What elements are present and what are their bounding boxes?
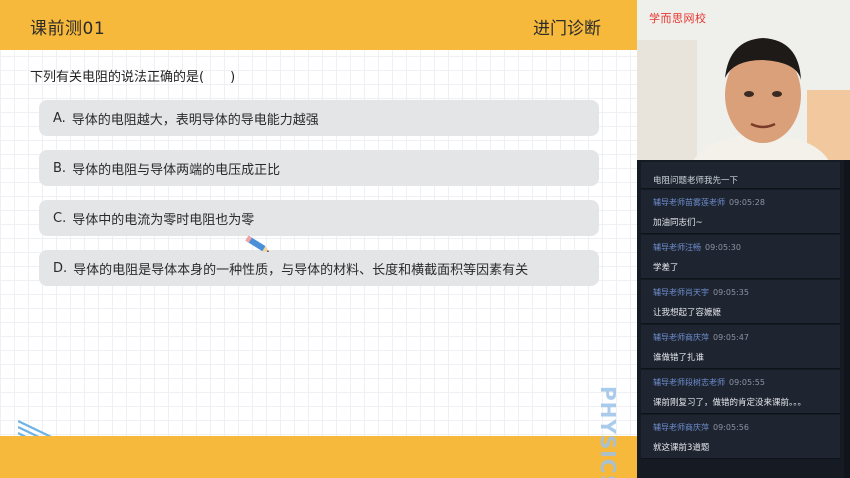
message-time: 09:05:55 — [729, 378, 765, 387]
option-c[interactable]: C. 导体中的电流为零时电阻也为零 — [39, 200, 599, 236]
message-meta: 辅导老师苗雾莲老师 09:05:28 — [653, 197, 765, 208]
message-time: 09:05:28 — [729, 198, 765, 207]
sender-name: 辅导老师汪畅 — [653, 243, 701, 252]
message-time: 09:05:56 — [713, 423, 749, 432]
chat-message: 辅导老师苗雾莲老师 09:05:28 加油同志们~ — [641, 190, 840, 234]
chat-panel: 电阻问题老师我先一下 辅导老师苗雾莲老师 09:05:28 加油同志们~ 辅导老师… — [637, 160, 850, 478]
chat-message: 辅导老师段树志老师 09:05:55 课前刚复习了，做错的肯定没来课前。。。 — [641, 370, 840, 414]
message-time: 09:05:35 — [713, 288, 749, 297]
message-text: 电阻问题老师我先一下 — [653, 176, 739, 186]
sender-name: 辅导老师肖天宇 — [653, 288, 709, 297]
message-meta: 辅导老师商庆萍 09:05:56 — [653, 422, 749, 433]
message-text: 加油同志们~ — [653, 218, 703, 228]
message-time: 09:05:47 — [713, 333, 749, 342]
chat-message: 辅导老师肖天宇 09:05:35 让我想起了容嬷嬷 — [641, 280, 840, 324]
option-a[interactable]: A. 导体的电阻越大，表明导体的导电能力越强 — [39, 100, 599, 136]
option-letter: A. — [53, 110, 66, 126]
chat-message: 辅导老师商庆萍 09:05:47 谁做错了扎谁 — [641, 325, 840, 369]
brand-logo: 学而思网校 — [649, 12, 707, 25]
message-meta: 辅导老师肖天宇 09:05:35 — [653, 287, 749, 298]
sender-name: 辅导老师苗雾莲老师 — [653, 198, 725, 207]
slide-footer-bar — [0, 436, 637, 478]
option-letter: D. — [53, 260, 68, 276]
pencil-cursor-icon — [245, 235, 270, 252]
physics-watermark: PHYSICS — [596, 386, 620, 478]
sender-name: 辅导老师段树志老师 — [653, 378, 725, 387]
chat-message: 辅导老师汪畅 09:05:30 学差了 — [641, 235, 840, 279]
message-text: 谁做错了扎谁 — [653, 353, 705, 363]
question-text: 下列有关电阻的说法正确的是( ) — [30, 70, 236, 85]
chat-message: 辅导老师商庆萍 09:05:56 就这课前3道题 — [641, 415, 840, 459]
option-text: 导体中的电流为零时电阻也为零 — [72, 212, 255, 228]
teacher-video: 学而思网校 — [637, 0, 850, 160]
sender-name: 辅导老师商庆萍 — [653, 333, 709, 342]
slide-canvas: 课前测01 进门诊断 下列有关电阻的说法正确的是( ) A. 导体的电阻越大，表… — [0, 0, 637, 478]
message-meta: 辅导老师段树志老师 09:05:55 — [653, 377, 765, 388]
message-meta: 辅导老师商庆萍 09:05:47 — [653, 332, 749, 343]
option-b[interactable]: B. 导体的电阻与导体两端的电压成正比 — [39, 150, 599, 186]
message-text: 就这课前3道题 — [653, 443, 710, 453]
option-letter: C. — [53, 210, 67, 226]
slide-section-tag: 进门诊断 — [533, 19, 601, 39]
message-text: 让我想起了容嬷嬷 — [653, 308, 722, 318]
option-d[interactable]: D. 导体的电阻是导体本身的一种性质，与导体的材料、长度和横截面积等因素有关 — [39, 250, 599, 286]
option-letter: B. — [53, 160, 67, 176]
message-meta: 辅导老师汪畅 09:05:30 — [653, 242, 741, 253]
chat-message-partial: 电阻问题老师我先一下 — [641, 162, 840, 189]
option-text: 导体的电阻是导体本身的一种性质，与导体的材料、长度和横截面积等因素有关 — [73, 262, 529, 278]
message-text: 学差了 — [653, 263, 679, 273]
message-time: 09:05:30 — [705, 243, 741, 252]
slide-header-bar: 课前测01 进门诊断 — [0, 0, 637, 50]
chat-scrollbar[interactable] — [844, 160, 850, 478]
sender-name: 辅导老师商庆萍 — [653, 423, 709, 432]
message-text: 课前刚复习了，做错的肯定没来课前。。。 — [653, 398, 807, 408]
option-text: 导体的电阻与导体两端的电压成正比 — [72, 162, 281, 178]
slide-title: 课前测01 — [30, 19, 106, 39]
option-text: 导体的电阻越大，表明导体的导电能力越强 — [71, 112, 319, 128]
